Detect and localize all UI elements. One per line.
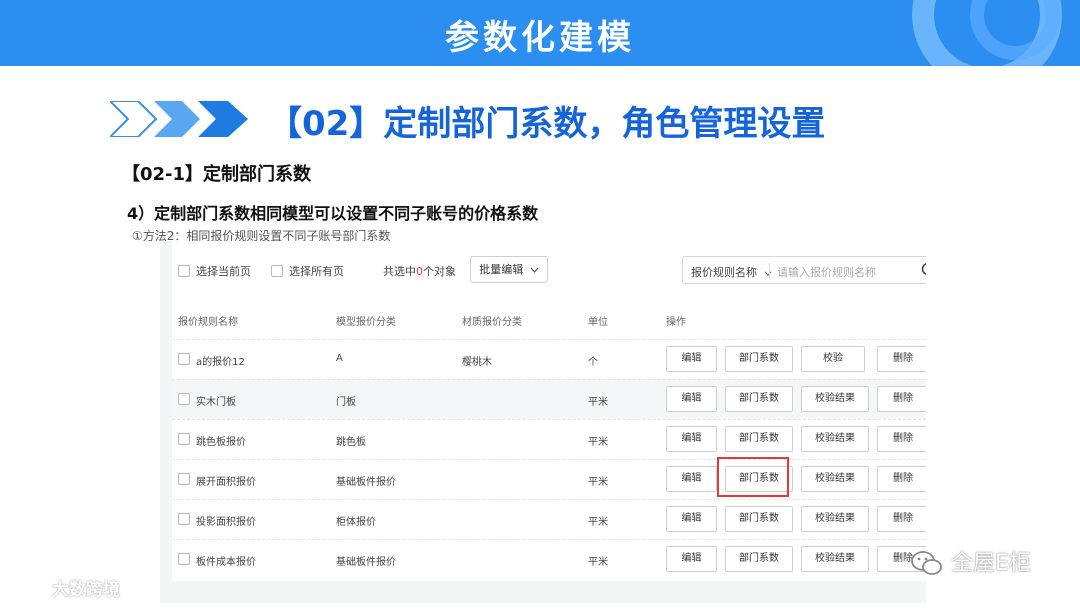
selected-prefix: 共选中 (383, 265, 416, 278)
edit-button[interactable]: 编辑 (666, 506, 717, 532)
table-row: 展开面积报价 基础板件报价 平米 编辑 部门系数 校验结果 删除 (172, 459, 926, 499)
brand-logo-icon (11, 581, 45, 599)
search-button[interactable] (919, 260, 926, 280)
col-rule-name: 报价规则名称 (178, 317, 238, 328)
select-current-page-checkbox[interactable]: 选择当前页 (178, 263, 251, 279)
table-row: a的报价12 A 樱桃木 个 编辑 部门系数 校验 删除 (172, 339, 926, 379)
selected-suffix: 个对象 (423, 265, 456, 278)
cell-rule-name: 投影面积报价 (196, 517, 256, 528)
search-box: 报价规则名称 请输入报价规则名称 (682, 256, 926, 284)
cell-rule-name: a的报价12 (196, 357, 245, 368)
select-current-page-label: 选择当前页 (196, 265, 251, 278)
batch-edit-label: 批量编辑 (479, 263, 524, 276)
cell-rule-name: 展开面积报价 (196, 477, 256, 488)
edit-button[interactable]: 编辑 (666, 466, 717, 492)
cell-rule-name: 实木门板 (196, 397, 236, 408)
quote-rules-list: 选择当前页 选择所有页 共选中0个对象 批量编辑 报价规则名称 请输入报价规则名… (172, 241, 926, 581)
search-field-label: 报价规则名称 (691, 266, 757, 279)
watermark-left: 大数跨境 (10, 575, 120, 601)
watermark-right: 全屋E柜 (910, 545, 1031, 579)
chevron-down-icon (530, 267, 539, 273)
dept-coefficient-button[interactable]: 部门系数 (725, 506, 793, 532)
checkbox-box[interactable] (271, 265, 283, 277)
dept-coefficient-button[interactable]: 部门系数 (725, 346, 793, 372)
validation-result-button[interactable]: 校验结果 (801, 546, 869, 572)
col-material-category: 材质报价分类 (462, 317, 522, 328)
method-note: ①方法2：相同报价规则设置不同子账号部门系数 (132, 229, 391, 241)
dept-coefficient-button[interactable]: 部门系数 (725, 426, 793, 452)
batch-edit-button[interactable]: 批量编辑 (470, 256, 548, 283)
highlight-box (717, 457, 789, 497)
banner-title: 参数化建模 (445, 18, 635, 58)
cell-unit: 平米 (588, 437, 608, 448)
cell-unit: 平米 (588, 557, 608, 568)
col-actions: 操作 (666, 317, 686, 328)
list-toolbar: 选择当前页 选择所有页 共选中0个对象 批量编辑 报价规则名称 请输入报价规则名… (172, 255, 926, 285)
cell-model-category: 基础板件报价 (336, 557, 396, 568)
cell-material-category: 樱桃木 (462, 357, 492, 368)
cell-model-category: 跳色板 (336, 437, 366, 448)
cell-rule-name: 板件成本报价 (196, 557, 256, 568)
top-banner: 参数化建模 (0, 0, 1080, 66)
validation-result-button[interactable]: 校验结果 (801, 466, 869, 492)
cell-unit: 个 (588, 357, 598, 368)
col-unit: 单位 (588, 317, 608, 328)
dept-coefficient-button[interactable]: 部门系数 (725, 546, 793, 572)
cell-model-category: 门板 (336, 397, 356, 408)
subsection-title: 【02-1】定制部门系数 (122, 164, 312, 185)
cell-model-category: 柜体报价 (336, 517, 376, 528)
selected-count: 0 (416, 265, 423, 278)
row-checkbox[interactable] (178, 433, 190, 445)
search-field-select[interactable]: 报价规则名称 (691, 264, 772, 280)
row-checkbox[interactable] (178, 473, 190, 485)
cell-unit: 平米 (588, 397, 608, 408)
delete-button[interactable]: 删除 (877, 426, 926, 452)
wechat-icon (911, 551, 942, 575)
edit-button[interactable]: 编辑 (666, 546, 717, 572)
validation-result-button[interactable]: 校验结果 (801, 386, 869, 412)
edit-button[interactable]: 编辑 (666, 426, 717, 452)
validate-button[interactable]: 校验 (801, 346, 865, 372)
table-header: 报价规则名称 模型报价分类 材质报价分类 单位 操作 (172, 303, 926, 333)
delete-button[interactable]: 删除 (877, 466, 926, 492)
quote-rules-panel: 选择当前页 选择所有页 共选中0个对象 批量编辑 报价规则名称 请输入报价规则名… (160, 241, 926, 603)
delete-button[interactable]: 删除 (877, 346, 926, 372)
chevron-down-icon (764, 271, 771, 276)
cell-model-category: 基础板件报价 (336, 477, 396, 488)
checkbox-box[interactable] (178, 265, 190, 277)
edit-button[interactable]: 编辑 (666, 346, 717, 372)
point-title: 4）定制部门系数相同模型可以设置不同子账号的价格系数 (127, 204, 539, 223)
validation-result-button[interactable]: 校验结果 (801, 506, 869, 532)
delete-button[interactable]: 删除 (877, 506, 926, 532)
table-row: 投影面积报价 柜体报价 平米 编辑 部门系数 校验结果 删除 (172, 499, 926, 539)
row-checkbox[interactable] (178, 513, 190, 525)
edit-button[interactable]: 编辑 (666, 386, 717, 412)
dept-coefficient-button[interactable]: 部门系数 (725, 386, 793, 412)
search-icon (921, 263, 926, 275)
row-checkbox[interactable] (178, 353, 190, 365)
validation-result-button[interactable]: 校验结果 (801, 426, 869, 452)
watermark-right-text: 全屋E柜 (951, 551, 1031, 576)
cell-rule-name: 跳色板报价 (196, 437, 246, 448)
delete-button[interactable]: 删除 (877, 386, 926, 412)
select-all-pages-checkbox[interactable]: 选择所有页 (271, 263, 344, 279)
cell-unit: 平米 (588, 477, 608, 488)
section-title: 【02】定制部门系数，角色管理设置 (268, 104, 826, 144)
select-all-pages-label: 选择所有页 (289, 265, 344, 278)
search-divider (769, 263, 770, 279)
chevron-arrows-icon (110, 101, 248, 137)
row-checkbox[interactable] (178, 553, 190, 565)
row-checkbox[interactable] (178, 393, 190, 405)
cell-unit: 平米 (588, 517, 608, 528)
watermark-left-text: 大数跨境 (51, 580, 120, 600)
search-input[interactable]: 请输入报价规则名称 (777, 264, 907, 280)
table-row: 板件成本报价 基础板件报价 平米 编辑 部门系数 校验结果 删除 (172, 539, 926, 579)
selected-count-text: 共选中0个对象 (383, 263, 456, 279)
cell-model-category: A (336, 353, 343, 364)
table-row: 实木门板 门板 平米 编辑 部门系数 校验结果 删除 (172, 379, 926, 419)
table-row: 跳色板报价 跳色板 平米 编辑 部门系数 校验结果 删除 (172, 419, 926, 459)
col-model-category: 模型报价分类 (336, 317, 396, 328)
